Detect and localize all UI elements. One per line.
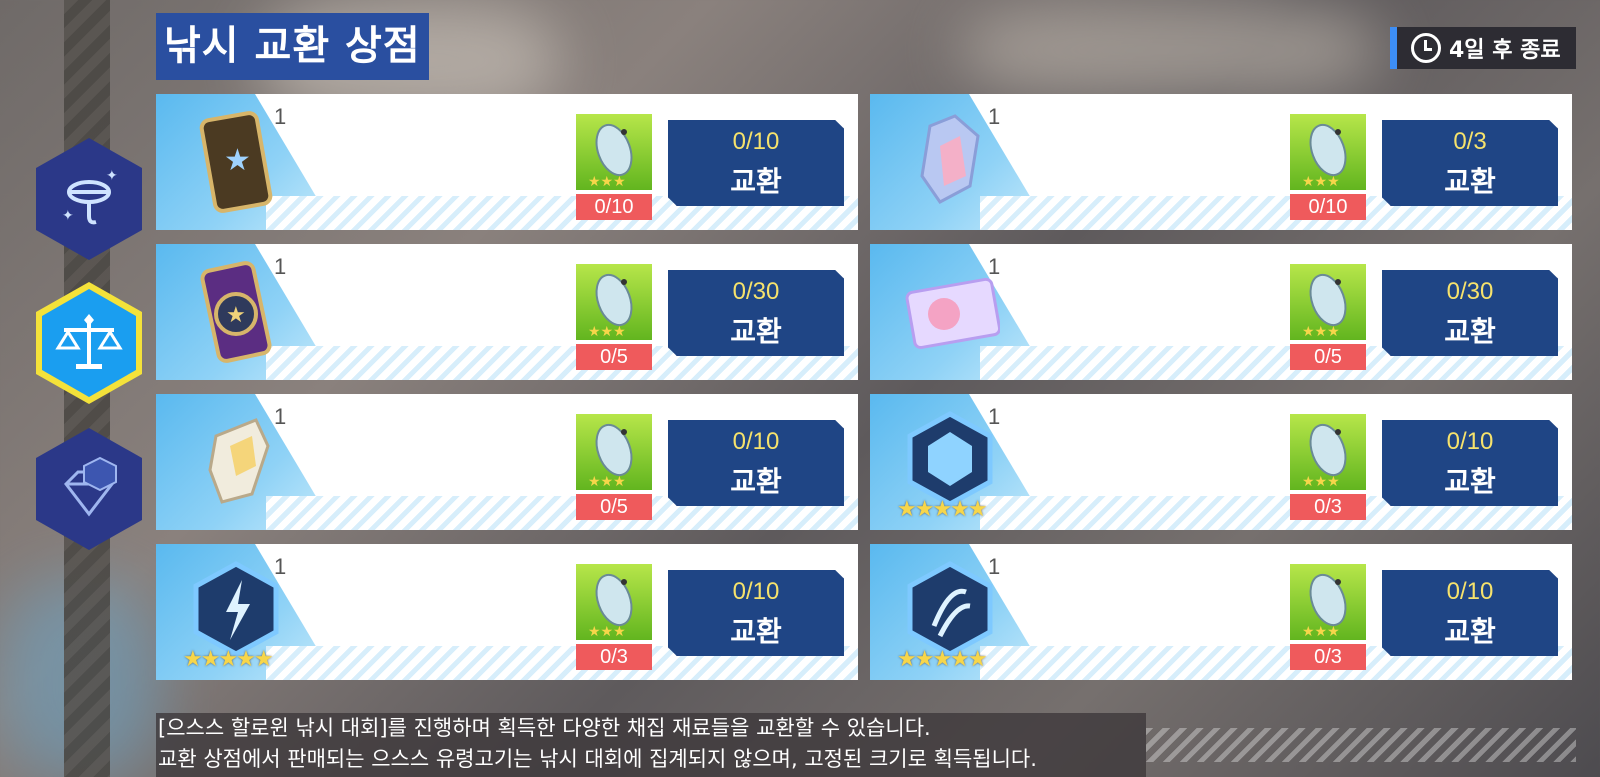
note-line-1: [으스스 할로윈 낚시 대회]를 진행하며 획득한 다양한 채집 재료들을 교환… xyxy=(158,716,931,740)
exchange-limit: 0/10 xyxy=(732,428,780,455)
exchange-button-label: 교환 xyxy=(730,315,782,348)
shop-item-card: 1 ★★★★★ ★★★ 0/3 0/10 교환 xyxy=(870,394,1572,530)
svg-text:✦: ✦ xyxy=(106,168,118,184)
fish-icon: ★★★ xyxy=(1290,414,1366,490)
fish-stars: ★★★ xyxy=(588,474,626,490)
star-card-icon: ★ xyxy=(199,111,273,213)
fish-icon: ★★★ xyxy=(1290,564,1366,640)
exchange-limit: 0/30 xyxy=(1446,278,1494,305)
fish-icon: ★★★ xyxy=(1290,114,1366,190)
svg-text:★: ★ xyxy=(224,143,251,178)
exchange-limit: 0/10 xyxy=(732,578,780,605)
cost-count: 0/10 xyxy=(576,194,652,220)
item-quantity: 1 xyxy=(274,254,287,279)
exchange-limit: 0/30 xyxy=(732,278,780,305)
compass-card-icon: ★ xyxy=(200,261,272,363)
exchange-button-label: 교환 xyxy=(730,615,782,648)
fish-stars: ★★★ xyxy=(588,624,626,640)
item-star-rating: ★★★★★ xyxy=(183,647,274,672)
cost-count: 0/5 xyxy=(1290,344,1366,370)
item-quantity: 1 xyxy=(274,554,287,579)
exchange-button[interactable]: 0/30 교환 xyxy=(1382,270,1558,356)
exchange-button-label: 교환 xyxy=(1444,165,1496,198)
item-star-rating: ★★★★★ xyxy=(897,647,988,672)
exchange-limit: 0/10 xyxy=(1446,578,1494,605)
cost-count: 0/3 xyxy=(1290,494,1366,520)
tab-gem[interactable] xyxy=(30,424,148,554)
exchange-button-label: 교환 xyxy=(730,165,782,198)
cost-count: 0/3 xyxy=(576,644,652,670)
shop-item-card: 1 ★★★★★ ★★★ 0/3 0/10 교환 xyxy=(870,544,1572,680)
exchange-limit: 0/3 xyxy=(1453,128,1487,155)
exchange-button[interactable]: 0/10 교환 xyxy=(668,120,844,206)
exchange-button-label: 교환 xyxy=(1444,315,1496,348)
exchange-button-label: 교환 xyxy=(1444,615,1496,648)
svg-text:★: ★ xyxy=(226,303,246,328)
fish-stars: ★★★ xyxy=(1302,174,1340,190)
exchange-button-label: 교환 xyxy=(1444,465,1496,498)
shop-item-card: 1 ★★★ 0/5 0/30 교환 xyxy=(870,244,1572,380)
exchange-button-label: 교환 xyxy=(730,465,782,498)
shop-item-card: ★ 1 ★★★ 0/5 0/30 교환 xyxy=(156,244,858,380)
fish-stars: ★★★ xyxy=(588,174,626,190)
cost-count: 0/5 xyxy=(576,494,652,520)
page-title: 낚시 교환 상점 xyxy=(156,13,429,80)
fish-stars: ★★★ xyxy=(1302,624,1340,640)
tab-exchange[interactable] xyxy=(30,278,148,408)
cost-count: 0/10 xyxy=(1290,194,1366,220)
shop-item-card: 1 ★★★ 0/5 0/10 교환 xyxy=(156,394,858,530)
stopwatch-icon xyxy=(1411,33,1441,63)
shop-item-card: 1 ★★★ 0/10 0/3 교환 xyxy=(870,94,1572,230)
info-note: [으스스 할로윈 낚시 대회]를 진행하며 획득한 다양한 채집 재료들을 교환… xyxy=(156,713,1146,777)
item-star-rating: ★★★★★ xyxy=(897,497,988,522)
fish-icon: ★★★ xyxy=(576,564,652,640)
item-quantity: 1 xyxy=(988,254,1001,279)
exchange-button[interactable]: 0/10 교환 xyxy=(668,420,844,506)
exchange-button[interactable]: 0/10 교환 xyxy=(1382,570,1558,656)
note-decor-hatch xyxy=(1146,728,1576,762)
item-quantity: 1 xyxy=(988,104,1001,129)
tab-fishing[interactable]: ✦ ✦ xyxy=(30,134,148,264)
fish-stars: ★★★ xyxy=(588,324,626,340)
svg-text:✦: ✦ xyxy=(62,208,74,224)
fish-icon: ★★★ xyxy=(576,264,652,340)
item-quantity: 1 xyxy=(988,554,1001,579)
item-quantity: 1 xyxy=(988,404,1001,429)
background-blob xyxy=(960,0,1380,100)
item-quantity: 1 xyxy=(274,404,287,429)
timer-text: 4일 후 종료 xyxy=(1449,38,1561,63)
exchange-limit: 0/10 xyxy=(732,128,780,155)
diamond-icon xyxy=(64,456,117,517)
ore-chunk-icon xyxy=(208,418,270,504)
item-quantity: 1 xyxy=(274,104,287,129)
exchange-button[interactable]: 0/30 교환 xyxy=(668,270,844,356)
note-line-2: 교환 상점에서 판매되는 으스스 유령고기는 낚시 대회에 집계되지 않으며, … xyxy=(158,747,1037,771)
shop-item-card: ★ 1 ★★★ 0/10 0/10 교환 xyxy=(156,94,858,230)
fish-icon: ★★★ xyxy=(576,114,652,190)
cost-count: 0/5 xyxy=(576,344,652,370)
character-ticket-icon xyxy=(905,277,1000,350)
exchange-button[interactable]: 0/3 교환 xyxy=(1382,120,1558,206)
fish-stars: ★★★ xyxy=(1302,324,1340,340)
fish-icon: ★★★ xyxy=(1290,264,1366,340)
exchange-button[interactable]: 0/10 교환 xyxy=(668,570,844,656)
fish-stars: ★★★ xyxy=(1302,474,1340,490)
exchange-button[interactable]: 0/10 교환 xyxy=(1382,420,1558,506)
fish-icon: ★★★ xyxy=(576,414,652,490)
cost-count: 0/3 xyxy=(1290,644,1366,670)
event-timer: 4일 후 종료 xyxy=(1390,27,1576,69)
shop-item-card: 1 ★★★★★ ★★★ 0/3 0/10 교환 xyxy=(156,544,858,680)
exchange-limit: 0/10 xyxy=(1446,428,1494,455)
crystal-cluster-icon xyxy=(920,114,980,204)
scales-icon xyxy=(55,314,123,369)
fishing-hook-icon: ✦ ✦ xyxy=(62,168,118,225)
